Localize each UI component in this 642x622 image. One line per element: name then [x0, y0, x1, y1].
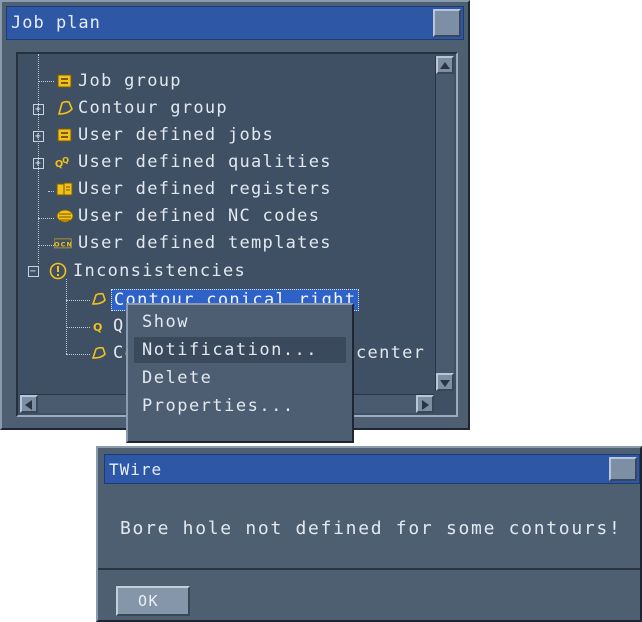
scroll-right-icon — [422, 400, 429, 410]
tree-item-user-defined-registers[interactable]: User defined registers — [18, 177, 438, 203]
svg-text:Q: Q — [93, 321, 104, 334]
dialog-message: Bore hole not defined for some contours! — [120, 518, 622, 539]
tree-item-user-defined-qualities[interactable]: + QQ User defined qualities — [18, 150, 438, 176]
tree-item-contour-group[interactable]: + Contour group — [18, 96, 418, 122]
window-maximize-button[interactable] — [433, 9, 461, 37]
tree-item-inconsistencies[interactable]: − Inconsistencies — [18, 259, 438, 285]
svg-text:OCNN: OCNN — [54, 240, 72, 248]
expand-icon[interactable]: + — [33, 131, 44, 142]
registers-icon — [56, 182, 73, 196]
nc-codes-icon — [56, 209, 74, 223]
qualities-icon: QQ — [55, 155, 70, 170]
tree-item-user-defined-jobs[interactable]: + User defined jobs — [18, 123, 418, 149]
scroll-up-icon — [440, 62, 450, 69]
twire-dialog: TWire Bore hole not defined for some con… — [96, 446, 642, 622]
quality-icon: Q — [93, 321, 104, 334]
jobs-icon — [57, 128, 72, 142]
menu-item-delete[interactable]: Delete — [134, 365, 346, 391]
scroll-left-icon — [25, 400, 32, 410]
contour-icon — [57, 100, 73, 115]
dialog-titlebar[interactable]: TWire — [104, 454, 640, 484]
job-group-icon — [57, 74, 72, 88]
tree-item-job-group[interactable]: Job group — [18, 69, 418, 95]
collapse-icon[interactable]: − — [28, 266, 39, 277]
contour-icon — [91, 346, 106, 359]
dialog-close-button[interactable] — [609, 457, 637, 481]
window-title: Job plan — [11, 13, 101, 33]
scroll-left-button[interactable] — [20, 395, 38, 413]
scroll-up-button[interactable] — [436, 56, 454, 74]
warning-icon — [49, 262, 67, 280]
tree-item-user-defined-nc-codes[interactable]: User defined NC codes — [18, 204, 438, 230]
dialog-divider — [98, 568, 640, 570]
menu-item-properties[interactable]: Properties... — [134, 393, 346, 419]
templates-icon: OCNN — [54, 238, 72, 248]
dialog-title: TWire — [109, 460, 163, 479]
tree-item-user-defined-templates[interactable]: OCNN User defined templates — [18, 231, 438, 257]
svg-text:Q: Q — [62, 155, 70, 165]
tree-vertical-scrollbar[interactable] — [435, 56, 454, 391]
expand-icon[interactable]: + — [33, 158, 44, 169]
expand-icon[interactable]: + — [33, 104, 44, 115]
job-plan-titlebar[interactable]: Job plan — [6, 6, 464, 40]
context-menu: Show Notification... Delete Properties..… — [126, 303, 354, 443]
menu-item-show[interactable]: Show — [134, 309, 346, 335]
contour-icon — [91, 292, 106, 305]
menu-item-notification[interactable]: Notification... — [134, 337, 346, 363]
ok-button[interactable]: OK — [116, 586, 190, 616]
scroll-right-button[interactable] — [416, 395, 434, 413]
scroll-down-icon — [440, 380, 450, 387]
scroll-down-button[interactable] — [436, 373, 454, 391]
